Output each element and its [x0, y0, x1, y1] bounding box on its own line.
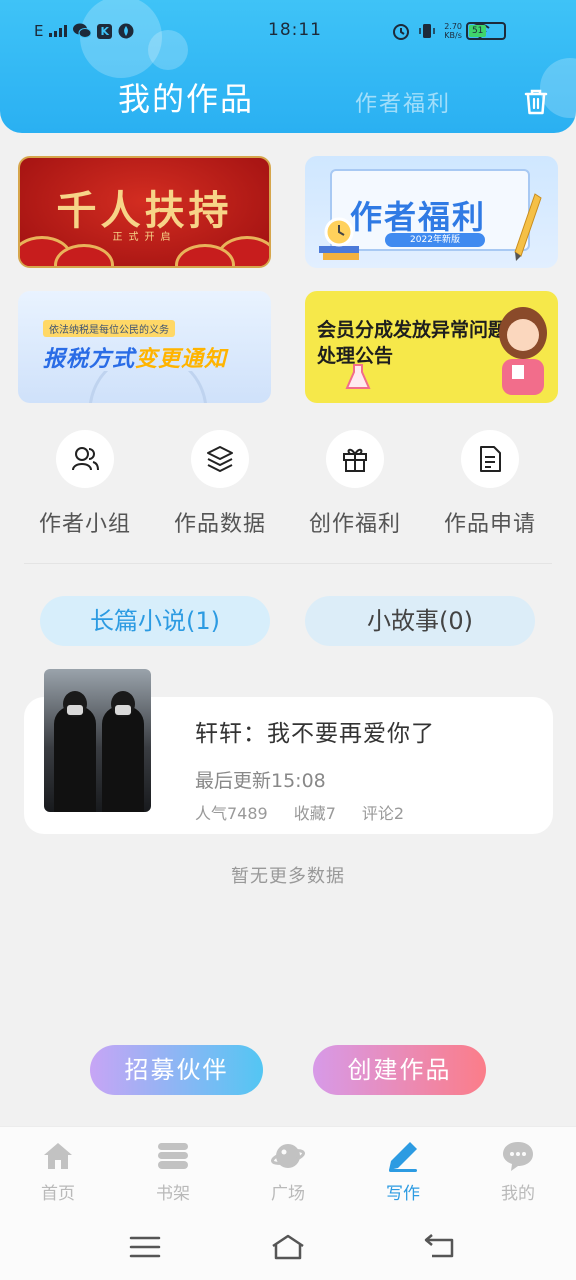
flask-icon: [345, 364, 371, 389]
divider: [24, 563, 552, 564]
banner-2-title: 作者福利: [350, 198, 487, 236]
signal-icon: [49, 25, 68, 37]
work-popularity: 人气7489: [195, 804, 268, 823]
recruit-partner-button[interactable]: 招募伙伴: [90, 1045, 263, 1095]
no-more-data-text: 暂无更多数据: [231, 866, 345, 887]
work-title[interactable]: 轩轩：我不要再爱你了: [195, 714, 435, 748]
work-cover-image[interactable]: [44, 669, 151, 812]
quick-menu: 作者小组 作品数据 创作福利 作品申请: [18, 430, 558, 540]
pencil-icon: [514, 193, 542, 261]
work-last-updated: 最后更新15:08: [195, 770, 326, 792]
tab-short-story[interactable]: 小故事(0): [305, 596, 535, 646]
tab-mine[interactable]: 我的: [478, 1139, 558, 1204]
wechat-icon: [73, 23, 92, 38]
banner-tax-notice[interactable]: 依法纳税是每位公民的义务 报税方式变更通知: [18, 291, 271, 403]
banner-3-title: 报税方式变更通知: [43, 341, 227, 373]
alarm-icon: [393, 24, 410, 40]
menu-creation-welfare[interactable]: 创作福利: [288, 430, 422, 538]
menu-author-group[interactable]: 作者小组: [18, 430, 152, 538]
tab-bookshelf-label: 书架: [156, 1184, 190, 1204]
menu-work-apply[interactable]: 作品申请: [423, 430, 557, 538]
cover-mask-left: [67, 705, 83, 715]
tab-home-label: 首页: [41, 1184, 75, 1204]
girl-illustration-icon: [499, 307, 547, 395]
menu-work-apply-label: 作品申请: [443, 512, 536, 537]
menu-creation-welfare-label: 创作福利: [308, 512, 401, 537]
tab-home[interactable]: 首页: [18, 1139, 98, 1204]
battery-indicator: 51: [466, 22, 506, 40]
tab-my-works[interactable]: 我的作品: [118, 74, 254, 120]
banner-support-program[interactable]: 千人扶持 正式开启: [18, 156, 271, 268]
banner-member-share-notice[interactable]: 会员分成发放异常问题处理公告: [305, 291, 558, 403]
system-navbar: [0, 1212, 576, 1280]
cover-mask-right: [115, 705, 131, 715]
status-left: E K: [34, 22, 134, 40]
battery-level: 51: [469, 25, 487, 37]
chat-icon: [501, 1139, 535, 1173]
network-type: E: [34, 22, 44, 40]
vibrate-icon: [419, 24, 435, 38]
menu-author-group-circle: [56, 430, 114, 488]
menu-work-data-label: 作品数据: [173, 512, 266, 537]
banner-2-badge: 2022年新版: [385, 233, 485, 247]
speed-value: 2.70: [444, 22, 462, 31]
tab-long-novel[interactable]: 长篇小说(1): [40, 596, 270, 646]
trash-icon[interactable]: [524, 89, 548, 115]
tab-bookshelf[interactable]: 书架: [133, 1139, 213, 1204]
work-stats: 人气7489 收藏7 评论2: [195, 800, 404, 824]
gift-icon: [343, 448, 367, 472]
layers-icon: [207, 446, 233, 473]
menu-work-data-circle: [191, 430, 249, 488]
pen-icon: [386, 1139, 420, 1173]
work-comments: 评论2: [361, 804, 405, 823]
k-app-icon: K: [97, 23, 113, 39]
bookshelf-icon: [156, 1139, 190, 1173]
status-bar: E K 18:11 2.70 KB/s 51: [0, 16, 576, 48]
menu-icon[interactable]: [127, 1232, 163, 1262]
menu-creation-welfare-circle: [326, 430, 384, 488]
banner-3-tag: 依法纳税是每位公民的义务: [43, 320, 175, 337]
tab-mine-label: 我的: [501, 1184, 535, 1204]
banner-author-welfare[interactable]: 作者福利 2022年新版: [305, 156, 558, 268]
create-work-button[interactable]: 创建作品: [313, 1045, 486, 1095]
cover-figure-left: [54, 706, 96, 812]
status-time: 18:11: [268, 20, 322, 40]
back-icon[interactable]: [422, 1232, 458, 1262]
home-icon: [41, 1139, 75, 1173]
banner-3-title-b: 变更通知: [135, 347, 228, 372]
planet-icon: [271, 1139, 305, 1173]
flame-app-icon: [118, 23, 134, 39]
users-icon: [72, 447, 99, 471]
menu-work-data[interactable]: 作品数据: [153, 430, 287, 538]
banner-4-title: 会员分成发放异常问题处理公告: [317, 319, 508, 367]
tab-square[interactable]: 广场: [248, 1139, 328, 1204]
cover-figure-right: [102, 706, 144, 812]
clock-books-icon: [319, 217, 359, 260]
menu-author-group-label: 作者小组: [38, 512, 131, 537]
tab-square-label: 广场: [271, 1184, 305, 1204]
menu-work-apply-circle: [461, 430, 519, 488]
tab-write-label: 写作: [386, 1184, 420, 1204]
header: E K 18:11 2.70 KB/s 51 我的作品 作者福利: [0, 0, 576, 133]
home-nav-icon[interactable]: [270, 1232, 306, 1262]
speed-unit: KB/s: [444, 31, 462, 40]
tab-author-welfare[interactable]: 作者福利: [355, 86, 451, 118]
tab-write[interactable]: 写作: [363, 1139, 443, 1204]
dial-decor-icon: [89, 371, 207, 403]
banner-3-title-a: 报税方式: [43, 347, 136, 372]
work-favorites: 收藏7: [293, 804, 336, 823]
bottom-tabbar: 首页 书架 广场 写作 我的: [0, 1126, 576, 1212]
network-speed: 2.70 KB/s: [444, 22, 462, 40]
document-icon: [480, 446, 501, 472]
